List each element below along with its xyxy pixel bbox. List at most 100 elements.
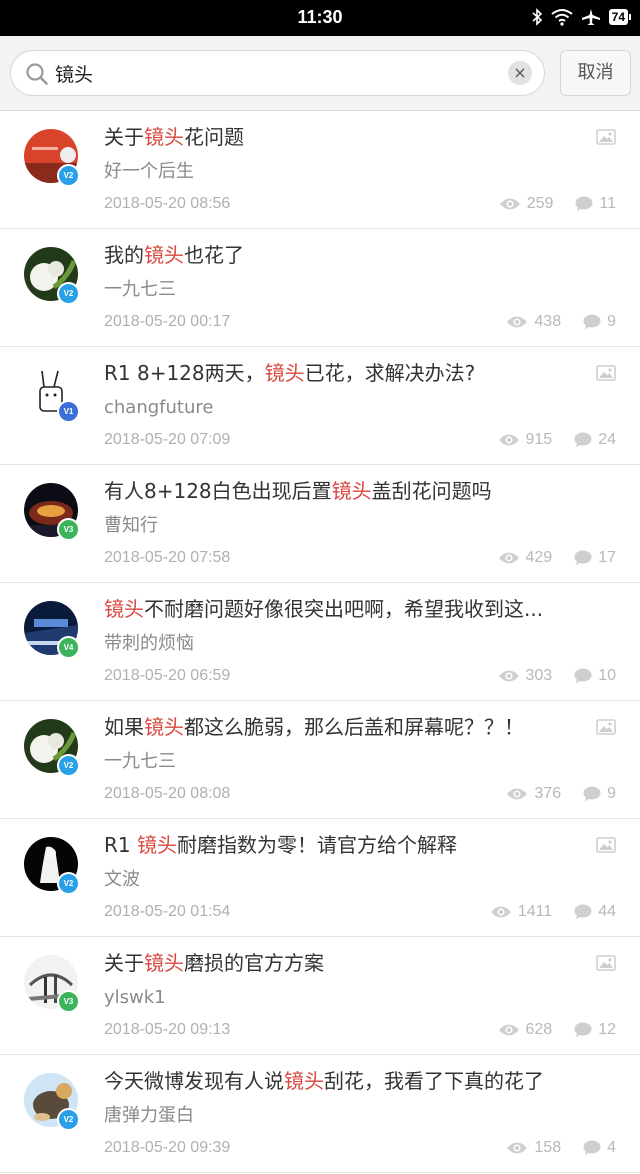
post-title-text: 关于 [104, 125, 144, 149]
post-title-text: R1 [104, 833, 137, 857]
image-attachment-icon [596, 129, 616, 145]
cancel-button[interactable]: 取消 [560, 50, 631, 96]
post-stats: 429 17 [476, 547, 616, 569]
avatar[interactable]: V2 [24, 129, 80, 187]
status-icons: 74 [531, 8, 632, 26]
avatar[interactable]: V2 [24, 247, 80, 305]
eye-icon [499, 198, 520, 210]
comment-icon [583, 1140, 601, 1156]
post-author[interactable]: 唐弹力蛋白 [104, 1104, 194, 1128]
comment-icon [583, 314, 601, 330]
post-list-item[interactable]: V4 镜头不耐磨问题好像很突出吧啊，希望我收到这... 带刺的烦恼 2018-05-2… [0, 583, 640, 701]
post-list-item[interactable]: V1 R1 8+128两天，镜头已花，求解决办法? changfuture 2018-… [0, 347, 640, 465]
post-author[interactable]: 一九七三 [104, 278, 176, 302]
post-date: 2018-05-20 06:59 [104, 667, 231, 684]
user-level-badge: V2 [57, 282, 80, 305]
view-count: 1411 [490, 901, 552, 923]
image-attachment-icon [596, 719, 616, 735]
post-stats: 376 9 [484, 783, 616, 805]
highlighted-keyword: 镜头 [331, 479, 372, 503]
comment-count-value: 12 [598, 1021, 616, 1038]
eye-icon [507, 316, 528, 328]
post-list-item[interactable]: V3 关于镜头磨损的官方方案 ylswk1 2018-05-20 09:13 628 12 [0, 937, 640, 1055]
avatar[interactable]: V2 [24, 1073, 80, 1131]
post-title[interactable]: 如果镜头都这么脆弱，那么后盖和屏幕呢？？！ [104, 713, 620, 741]
post-title[interactable]: 我的镜头也花了 [104, 241, 620, 269]
post-title-text: 我的 [104, 243, 144, 267]
avatar[interactable]: V3 [24, 955, 80, 1013]
avatar[interactable]: V3 [24, 483, 80, 541]
post-stats: 628 12 [476, 1019, 616, 1041]
comment-count: 4 [583, 1137, 616, 1159]
post-title[interactable]: 镜头不耐磨问题好像很突出吧啊，希望我收到这... [104, 595, 620, 623]
post-list-item[interactable]: V2 R1 镜头耐磨指数为零！请官方给个解释 文波 2018-05-20 01:54 1… [0, 819, 640, 937]
post-title-text: 花问题 [184, 125, 244, 149]
clear-search-button[interactable]: × [508, 61, 532, 85]
post-date: 2018-05-20 09:39 [104, 1139, 231, 1156]
search-bar: × 取消 [0, 36, 640, 111]
view-count-value: 915 [525, 431, 553, 448]
avatar[interactable]: V2 [24, 719, 80, 777]
view-count: 259 [499, 193, 554, 215]
view-count-value: 376 [534, 785, 562, 802]
avatar[interactable]: V2 [24, 837, 80, 895]
post-author[interactable]: 带刺的烦恼 [104, 632, 194, 656]
highlighted-keyword: 镜头 [144, 715, 184, 739]
post-title-text: 关于 [104, 951, 144, 975]
eye-icon [498, 670, 519, 682]
post-list-item[interactable]: V3 有人8+128白色出现后置镜头盖刮花问题吗曹知行 2018-05-20 07:… [0, 465, 640, 583]
post-author[interactable]: 曹知行 [104, 514, 158, 538]
post-list-item[interactable]: V2 关于镜头花问题好一个后生 2018-05-20 08:56 259 11 [0, 111, 640, 229]
post-author[interactable]: ylswk1 [104, 986, 166, 1010]
post-author[interactable]: 文波 [104, 868, 140, 892]
image-attachment-icon [596, 955, 616, 971]
wifi-icon [551, 9, 573, 26]
comment-icon [575, 196, 593, 212]
eye-icon [490, 906, 511, 918]
post-list-item[interactable]: V2 我的镜头也花了 一九七三 2018-05-20 00:17 438 9 [0, 229, 640, 347]
view-count: 429 [498, 547, 552, 569]
post-stats: 259 11 [477, 193, 616, 215]
avatar[interactable]: V1 [24, 365, 80, 423]
post-title-text: R1 8+128两天， [104, 361, 265, 385]
airplane-icon [581, 9, 600, 25]
battery-indicator: 74 [608, 9, 632, 25]
post-author[interactable]: 好一个后生 [104, 160, 194, 184]
comment-icon [574, 668, 592, 684]
highlighted-keyword: 镜头 [144, 125, 184, 149]
post-title[interactable]: 关于镜头花问题 [104, 123, 620, 151]
post-author[interactable]: 一九七三 [104, 750, 176, 774]
post-title-text: 有人8+128白色出现后置 [104, 479, 332, 503]
comment-count: 9 [583, 311, 616, 333]
post-date: 2018-05-20 07:58 [104, 549, 231, 566]
post-list: V2 关于镜头花问题 好一个后生 2018-05-20 08:56 259 11 V2 我的镜… [0, 111, 640, 1173]
image-attachment-icon [596, 837, 616, 853]
post-date: 2018-05-20 08:56 [104, 195, 231, 212]
post-author[interactable]: changfuture [104, 396, 213, 420]
post-stats: 915 24 [476, 429, 616, 451]
comment-icon [574, 432, 592, 448]
highlighted-keyword: 镜头 [284, 1069, 324, 1093]
post-stats: 1411 44 [468, 901, 616, 923]
comment-count-value: 11 [599, 195, 616, 212]
search-input[interactable] [55, 57, 495, 89]
highlighted-keyword: 镜头 [144, 243, 184, 267]
search-icon [26, 63, 48, 85]
highlighted-keyword: 镜头 [144, 951, 184, 975]
comment-count-value: 4 [607, 1139, 616, 1156]
user-level-badge: V2 [57, 872, 80, 895]
eye-icon [507, 1142, 528, 1154]
post-list-item[interactable]: V2 今天微博发现有人说镜头刮花，我看了下真的花了唐弹力蛋白 2018-05-20 … [0, 1055, 640, 1173]
post-list-item[interactable]: V2 如果镜头都这么脆弱，那么后盖和屏幕呢？？！ 一九七三 2018-05-20 08… [0, 701, 640, 819]
post-title[interactable]: R1 镜头耐磨指数为零！请官方给个解释 [104, 831, 620, 859]
post-title[interactable]: 今天微博发现有人说镜头刮花，我看了下真的花了 [104, 1067, 620, 1095]
post-title[interactable]: 关于镜头磨损的官方方案 [104, 949, 620, 977]
view-count-value: 259 [526, 195, 554, 212]
post-title-text: 磨损的官方方案 [184, 951, 324, 975]
avatar[interactable]: V4 [24, 601, 80, 659]
user-level-badge: V2 [57, 164, 80, 187]
comment-count: 44 [574, 901, 616, 923]
post-title[interactable]: 有人8+128白色出现后置镜头盖刮花问题吗 [104, 477, 620, 505]
post-date: 2018-05-20 08:08 [104, 785, 231, 802]
post-title[interactable]: R1 8+128两天，镜头已花，求解决办法? [104, 359, 620, 387]
